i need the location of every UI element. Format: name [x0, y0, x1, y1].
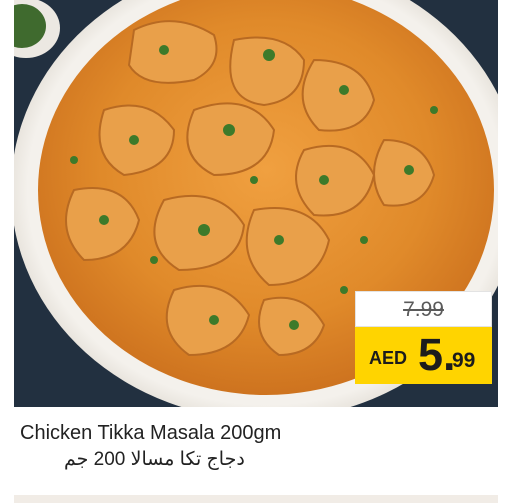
new-price-box: AED 5. 99 [355, 327, 492, 384]
next-card-edge [14, 495, 498, 503]
product-name-ar[interactable]: دجاج تكا مسالا 200 جم [64, 448, 245, 471]
product-name-en[interactable]: Chicken Tikka Masala 200gm [20, 422, 281, 445]
old-price: 7.99 [403, 298, 444, 321]
old-price-box: 7.99 [355, 291, 492, 327]
product-card[interactable]: 7.99 AED 5. 99 Chicken Tikka Masala 200g… [0, 0, 512, 503]
new-price-integer: 5. [418, 329, 456, 380]
new-price-decimal: 99 [452, 349, 476, 372]
price-tag: 7.99 AED 5. 99 [355, 291, 492, 384]
currency-label: AED [369, 348, 408, 368]
